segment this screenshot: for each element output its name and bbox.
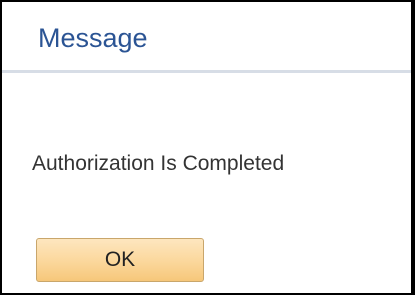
ok-button[interactable]: OK xyxy=(36,238,204,282)
dialog-title-bar: Message xyxy=(2,2,411,70)
message-dialog: Message Authorization Is Completed OK xyxy=(0,0,415,295)
title-divider xyxy=(2,70,411,73)
dialog-message: Authorization Is Completed xyxy=(32,152,285,175)
dialog-title: Message xyxy=(38,23,148,53)
